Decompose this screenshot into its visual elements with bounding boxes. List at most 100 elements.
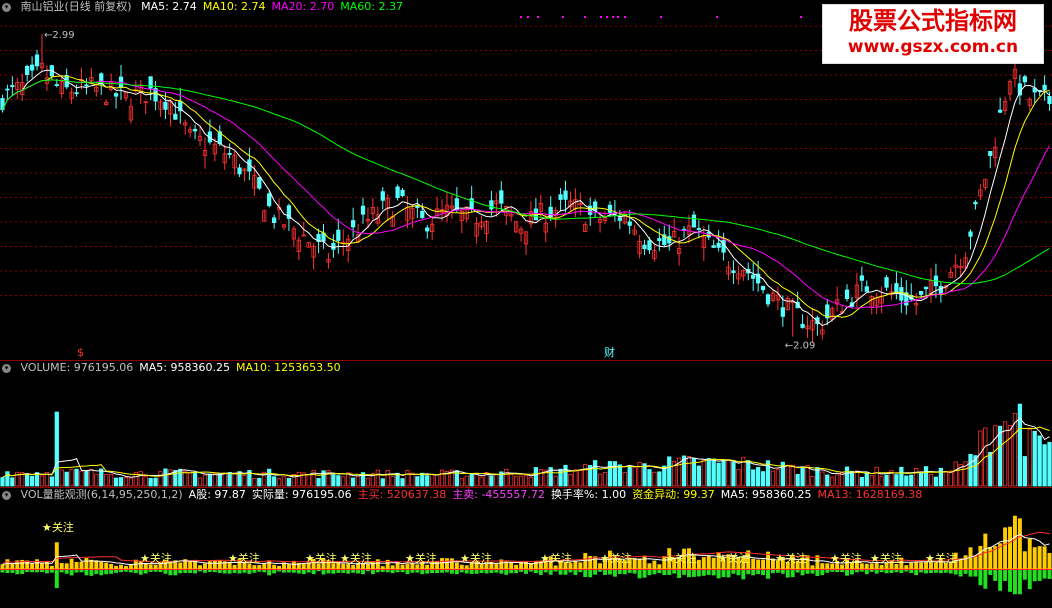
sell-bar <box>573 570 578 575</box>
signal-dot <box>527 16 529 18</box>
buy-bar <box>99 561 104 569</box>
panel-toggle-icon[interactable]: ▾ <box>2 2 11 12</box>
volume-bar <box>637 461 642 487</box>
volume-bar <box>756 467 761 487</box>
volume-bar <box>1032 430 1037 487</box>
volume-bar <box>143 476 148 487</box>
price-panel[interactable]: ←2.99 ←2.09 $ 财 ▾ 南山铝业(日线 前复权) MA5: 2.74 MA1… <box>0 0 1052 360</box>
volume-bar <box>0 477 5 487</box>
sell-bar <box>785 570 790 578</box>
sell-bar <box>158 570 163 573</box>
sell-bar <box>741 570 746 580</box>
volume-bar <box>568 474 573 487</box>
indicator-panel[interactable]: ★关注 ★关注 ★关注 ★关注 ★关注 ★关注 ★关注 ★关注 ★关注 ★关注 ★关注 ★关注 ★关注 ★… <box>0 487 1052 608</box>
volume-bar <box>899 466 904 487</box>
candle-body <box>34 54 40 67</box>
sell-bar <box>647 570 652 576</box>
panel-toggle-icon[interactable]: ▾ <box>2 490 11 500</box>
sell-bar <box>89 570 94 576</box>
sell-bar <box>716 570 721 579</box>
sell-bar <box>746 570 751 575</box>
candle-body <box>74 92 79 95</box>
candle-body <box>923 286 929 290</box>
sell-bar <box>163 570 168 574</box>
volume-readout: MA10: 1253653.50 <box>235 361 341 374</box>
sell-bar <box>583 570 588 577</box>
sell-bar <box>879 570 884 573</box>
sell-bar <box>326 570 331 574</box>
sell-bar <box>138 570 143 575</box>
sell-bar <box>94 570 99 574</box>
volume-bar <box>1042 444 1047 487</box>
candle-body <box>844 289 850 300</box>
candle-body <box>864 286 869 292</box>
volume-bar <box>538 469 543 487</box>
sell-bar <box>54 570 59 589</box>
ma-readout: MA20: 2.70 <box>271 0 335 13</box>
volume-chart[interactable] <box>0 360 1052 487</box>
candle-body <box>968 231 973 237</box>
buy-bar <box>390 565 395 569</box>
sell-bar <box>30 570 35 573</box>
volume-bar <box>914 467 919 487</box>
sell-bar <box>568 570 573 573</box>
sell-bar <box>1042 570 1047 579</box>
buy-bar <box>212 560 217 569</box>
candle-body <box>627 221 632 226</box>
sell-bar <box>657 570 662 574</box>
sell-bar <box>588 570 593 578</box>
sell-bar <box>721 570 726 578</box>
buy-bar <box>40 562 44 569</box>
sell-bar <box>459 570 464 573</box>
sell-bar <box>123 570 128 572</box>
buy-bar <box>711 557 716 569</box>
panel-toggle-icon[interactable]: ▾ <box>2 363 11 373</box>
volume-bar <box>825 474 830 487</box>
sell-bar <box>356 570 361 574</box>
sell-bar <box>1027 570 1032 590</box>
volume-bar <box>178 468 183 487</box>
attention-star-label: ★关注 <box>340 551 372 565</box>
sell-bar <box>820 570 825 576</box>
sell-bar <box>232 570 237 573</box>
signal-dot <box>716 16 718 18</box>
candle-body <box>558 194 563 200</box>
event-marker-s: $ <box>77 346 84 359</box>
buy-bar <box>696 559 701 569</box>
sell-bar <box>627 570 632 573</box>
volume-bar <box>108 474 114 487</box>
volume-bar <box>385 469 390 487</box>
buy-bar <box>864 563 869 569</box>
volume-bar <box>276 478 282 487</box>
volume-bar <box>711 458 716 487</box>
volume-bar <box>64 471 69 487</box>
sell-bar <box>884 570 889 574</box>
candle-body <box>351 220 356 228</box>
volume-bar <box>84 470 89 487</box>
sell-bar <box>593 570 598 575</box>
ma20-line <box>2 79 1050 309</box>
indicator-chart[interactable]: ★关注★关注 ★关注 ★关注 ★关注 ★关注 ★关注 ★关注 ★关注 ★关注 ★关注 ★关注 ★关注 ★… <box>0 487 1052 608</box>
volume-bar <box>593 460 598 487</box>
volume-bar <box>597 473 603 487</box>
sell-bar <box>691 570 696 577</box>
volume-bar <box>859 476 864 487</box>
volume-bar <box>938 467 944 487</box>
sell-bar <box>835 570 840 573</box>
candle-body <box>973 201 978 205</box>
volume-bar <box>10 477 15 487</box>
sell-bar <box>904 570 909 572</box>
sell-bar <box>380 570 385 572</box>
volume-bar <box>721 460 726 487</box>
sell-bar <box>20 570 25 575</box>
sell-bar <box>35 570 40 573</box>
volume-bar <box>518 475 524 487</box>
volume-bar <box>79 470 84 487</box>
sell-bar <box>696 570 701 577</box>
volume-panel[interactable]: ▾ VOLUME: 976195.06 MA5: 958360.25 MA10: 1… <box>0 360 1052 487</box>
volume-bar <box>869 475 874 487</box>
sell-bar <box>193 570 198 574</box>
candle-body <box>731 270 736 274</box>
volume-bar <box>390 476 395 487</box>
sell-bar <box>257 570 262 572</box>
